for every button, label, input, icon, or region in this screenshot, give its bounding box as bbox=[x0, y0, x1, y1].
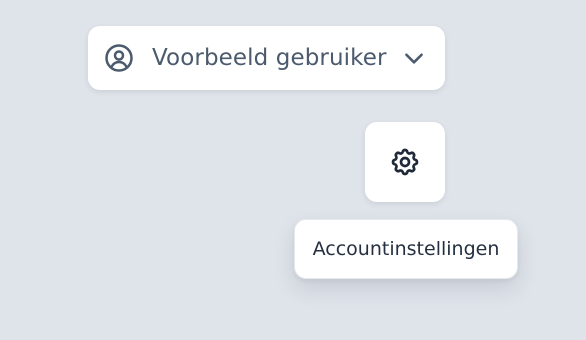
user-circle-icon bbox=[104, 43, 134, 73]
account-settings-button[interactable] bbox=[365, 122, 445, 202]
chevron-down-icon bbox=[401, 45, 427, 71]
account-settings-tooltip: Accountinstellingen bbox=[294, 219, 518, 279]
user-menu-label: Voorbeeld gebruiker bbox=[152, 45, 387, 71]
tooltip-text: Accountinstellingen bbox=[312, 238, 500, 260]
gear-icon bbox=[389, 146, 421, 178]
user-menu-button[interactable]: Voorbeeld gebruiker bbox=[88, 26, 445, 90]
